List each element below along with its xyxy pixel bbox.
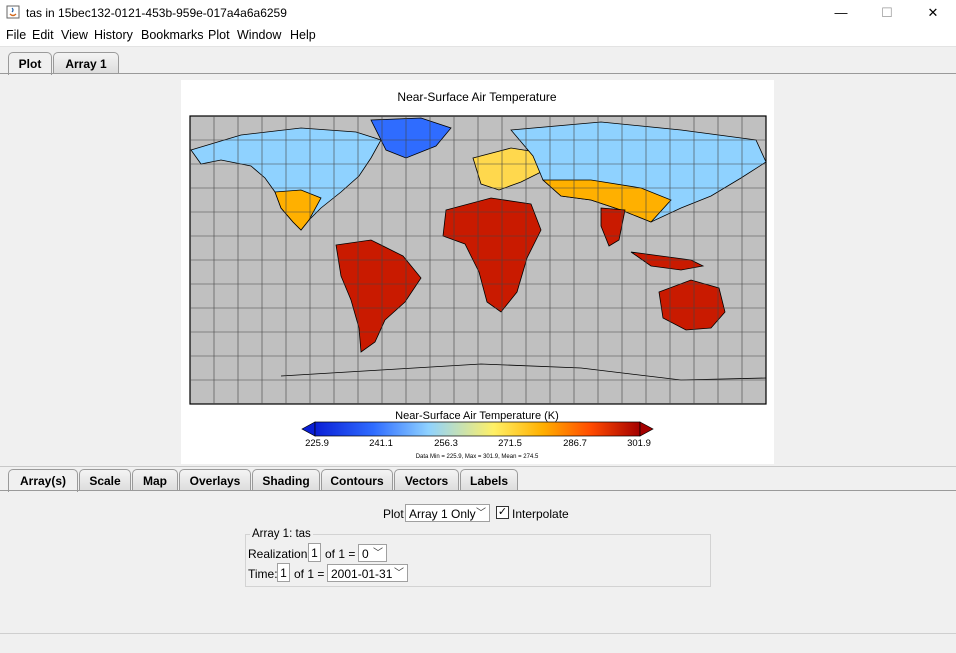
tab-map[interactable]: Map	[132, 469, 178, 491]
tab-plot[interactable]: Plot	[8, 52, 52, 75]
colorbar-under-arrow	[301, 421, 316, 437]
tab-overlays[interactable]: Overlays	[179, 469, 251, 491]
window-title: tas in 15bec132-0121-453b-959e-017a4a6a6…	[26, 6, 287, 20]
group-title: Array 1: tas	[250, 528, 313, 540]
menu-view[interactable]: View	[61, 28, 88, 42]
colorbar-tick-label: 301.9	[627, 438, 651, 449]
tab-array-1[interactable]: Array 1	[53, 52, 119, 74]
chevron-down-icon: ﹀	[476, 508, 486, 519]
top-tab-divider	[0, 73, 956, 74]
time-label: Time:	[248, 567, 278, 581]
tab-arrays[interactable]: Array(s)	[8, 469, 78, 492]
realization-of-label: of 1 =	[325, 547, 356, 561]
realization-label: Realization:	[248, 547, 311, 561]
bottom-tab-row: Array(s) Scale Map Overlays Shading Cont…	[0, 469, 956, 492]
chevron-down-icon: ﹀	[394, 568, 404, 579]
tab-contours[interactable]: Contours	[321, 469, 393, 491]
realization-spinner[interactable]: 1	[308, 543, 321, 562]
plot-canvas: Near-Surface Air Temperature Near-Surfac…	[189, 90, 767, 460]
menu-bar: File Edit View History Bookmarks Plot Wi…	[0, 26, 956, 47]
colorbar	[314, 421, 641, 437]
tab-shading[interactable]: Shading	[252, 469, 320, 491]
plot-title: Near-Surface Air Temperature	[397, 90, 557, 104]
time-of-label: of 1 =	[294, 567, 325, 581]
plot-area: Near-Surface Air Temperature Near-Surfac…	[181, 80, 774, 464]
menu-bookmarks[interactable]: Bookmarks	[141, 28, 204, 42]
chevron-down-icon: ﹀	[373, 548, 383, 559]
colorbar-tick-label: 256.3	[434, 438, 458, 449]
menu-help[interactable]: Help	[290, 28, 316, 42]
maximize-button[interactable]: ☐	[864, 0, 910, 26]
data-stats: Data Min = 225.9, Max = 301.9, Mean = 27…	[416, 454, 539, 460]
status-bar	[0, 633, 956, 653]
tab-vectors[interactable]: Vectors	[394, 469, 459, 491]
minimize-button[interactable]: —	[818, 0, 864, 26]
plot-label: Plot	[383, 507, 404, 521]
realization-select[interactable]: 0 ﹀	[358, 544, 387, 562]
close-button[interactable]: ✕	[910, 0, 956, 26]
menu-edit[interactable]: Edit	[32, 28, 54, 42]
interpolate-checkbox[interactable]: ✓	[496, 506, 509, 519]
section-divider	[0, 466, 956, 467]
colorbar-label: Near-Surface Air Temperature (K)	[395, 410, 559, 422]
top-tab-row: Plot Array 1	[0, 52, 956, 75]
time-spinner[interactable]: 1	[277, 563, 290, 582]
menu-plot[interactable]: Plot	[208, 28, 230, 42]
tab-labels[interactable]: Labels	[460, 469, 518, 491]
menu-history[interactable]: History	[94, 28, 133, 42]
colorbar-tick-label: 271.5	[498, 438, 522, 449]
plot-select-value: Array 1 Only	[409, 507, 476, 521]
time-select[interactable]: 2001-01-31 ﹀	[327, 564, 408, 582]
colorbar-over-arrow	[639, 421, 654, 437]
title-bar: tas in 15bec132-0121-453b-959e-017a4a6a6…	[0, 0, 956, 26]
bottom-tab-divider	[0, 490, 956, 491]
colorbar-tick-label: 241.1	[369, 438, 393, 449]
plot-select[interactable]: Array 1 Only ﹀	[405, 504, 490, 522]
menu-window[interactable]: Window	[237, 28, 281, 42]
realization-select-value: 0	[362, 547, 369, 561]
colorbar-tick-label: 225.9	[305, 438, 329, 449]
colorbar-tick-label: 286.7	[563, 438, 587, 449]
time-select-value: 2001-01-31	[331, 567, 393, 581]
menu-file[interactable]: File	[6, 28, 26, 42]
java-app-icon	[6, 5, 20, 19]
tab-scale[interactable]: Scale	[79, 469, 131, 491]
interpolate-label: Interpolate	[512, 507, 569, 521]
